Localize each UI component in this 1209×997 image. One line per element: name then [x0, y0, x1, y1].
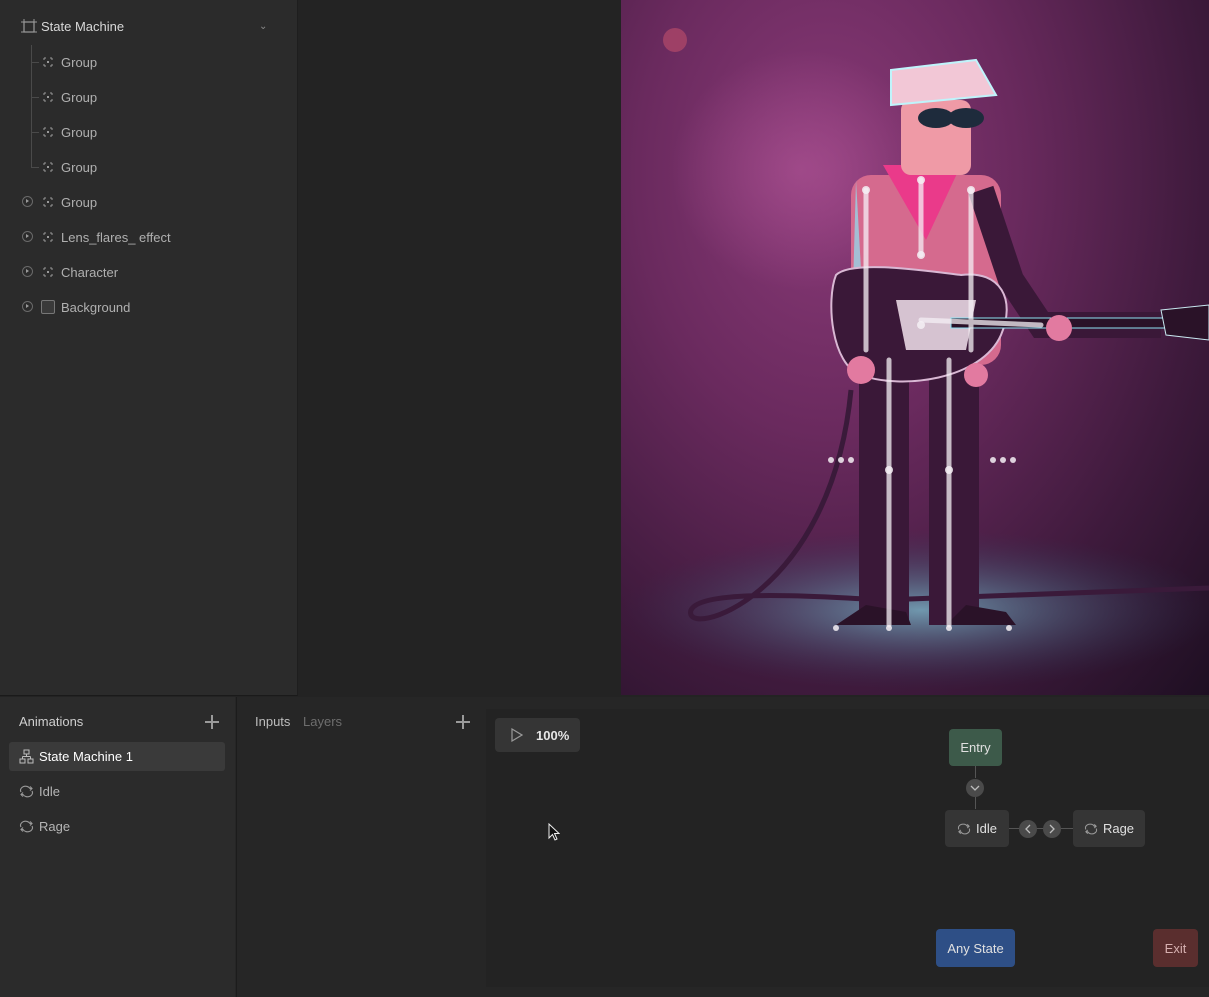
group-icon — [43, 267, 53, 277]
any-state-node[interactable]: Any State — [936, 929, 1015, 967]
hierarchy-panel: State Machine ⌄ Group Group Group Group … — [0, 0, 298, 696]
hierarchy-item[interactable]: Background — [0, 290, 297, 325]
animation-item-state-machine-1[interactable]: State Machine 1 — [9, 742, 225, 771]
transition-right-button[interactable] — [1043, 820, 1061, 838]
hierarchy-root-label: State Machine — [41, 19, 125, 34]
transition-down-button[interactable] — [966, 779, 984, 797]
group-icon — [43, 162, 53, 172]
chevron-down-icon — [970, 785, 980, 791]
idle-state-node[interactable]: Idle — [945, 810, 1009, 847]
animation-item-label: State Machine 1 — [39, 749, 133, 764]
loop-icon — [19, 785, 34, 798]
hierarchy-item-label: Group — [61, 195, 98, 210]
hierarchy-item-label: Group — [61, 55, 98, 70]
hierarchy-item[interactable]: Group — [0, 115, 297, 150]
rage-state-node[interactable]: Rage — [1073, 810, 1145, 847]
add-input-button[interactable] — [456, 715, 470, 729]
group-icon — [43, 57, 53, 67]
zoom-level: 100% — [536, 728, 570, 743]
hierarchy-item-label: Lens_flares_ effect — [61, 230, 171, 245]
animation-item-idle[interactable]: Idle — [9, 777, 225, 806]
guitarist-illustration — [621, 28, 1209, 690]
inputs-panel: Inputs Layers — [236, 697, 486, 997]
shape-icon — [41, 300, 55, 314]
state-machine-graph[interactable]: 100% Entry Idle Rage Any State Exit — [486, 709, 1209, 987]
state-machine-icon — [19, 749, 34, 764]
tab-inputs[interactable]: Inputs — [255, 714, 290, 729]
hierarchy-item-label: Group — [61, 90, 98, 105]
hierarchy-item[interactable]: Group — [0, 45, 297, 80]
animation-item-rage[interactable]: Rage — [9, 812, 225, 841]
connector-line — [975, 797, 976, 809]
hierarchy-item-label: Character — [61, 265, 119, 280]
expand-arrow-icon[interactable] — [22, 231, 33, 242]
group-icon — [43, 127, 53, 137]
chevron-down-icon[interactable]: ⌄ — [259, 21, 267, 32]
expand-arrow-icon[interactable] — [22, 196, 33, 207]
loop-icon — [19, 820, 34, 833]
animations-title: Animations — [19, 714, 84, 729]
hierarchy-root[interactable]: State Machine ⌄ — [0, 8, 297, 46]
mouse-cursor-icon — [548, 823, 560, 841]
stage-empty-area[interactable] — [298, 0, 621, 695]
hierarchy-item-label: Background — [61, 300, 131, 315]
chevron-left-icon — [1025, 824, 1031, 834]
play-icon[interactable] — [511, 728, 523, 742]
chevron-right-icon — [1049, 824, 1055, 834]
hierarchy-item-label: Group — [61, 125, 98, 140]
connector-line — [1008, 828, 1074, 829]
hierarchy-item[interactable]: Group — [0, 185, 297, 220]
hierarchy-item[interactable]: Character — [0, 255, 297, 290]
expand-arrow-icon[interactable] — [22, 266, 33, 277]
tab-layers[interactable]: Layers — [303, 714, 342, 729]
animation-item-label: Idle — [39, 784, 60, 799]
group-icon — [43, 92, 53, 102]
exit-node[interactable]: Exit — [1153, 929, 1198, 967]
play-control[interactable]: 100% — [495, 718, 580, 752]
transition-left-button[interactable] — [1019, 820, 1037, 838]
hierarchy-item[interactable]: Group — [0, 150, 297, 185]
entry-node[interactable]: Entry — [949, 729, 1002, 766]
animations-panel: Animations State Machine 1 Idle Rage — [0, 697, 235, 997]
expand-arrow-icon[interactable] — [22, 301, 33, 312]
artboard-icon — [21, 19, 37, 33]
group-icon — [43, 232, 53, 242]
loop-icon — [957, 823, 971, 834]
loop-icon — [1084, 823, 1098, 834]
animation-item-label: Rage — [39, 819, 71, 834]
hierarchy-item-label: Group — [61, 160, 98, 175]
add-animation-button[interactable] — [205, 715, 219, 729]
artboard-canvas[interactable] — [621, 0, 1209, 695]
connector-line — [975, 766, 976, 778]
group-icon — [43, 197, 53, 207]
rage-state-label: Rage — [1102, 821, 1135, 836]
idle-state-label: Idle — [976, 821, 997, 836]
hierarchy-item[interactable]: Lens_flares_ effect — [0, 220, 297, 255]
hierarchy-item[interactable]: Group — [0, 80, 297, 115]
